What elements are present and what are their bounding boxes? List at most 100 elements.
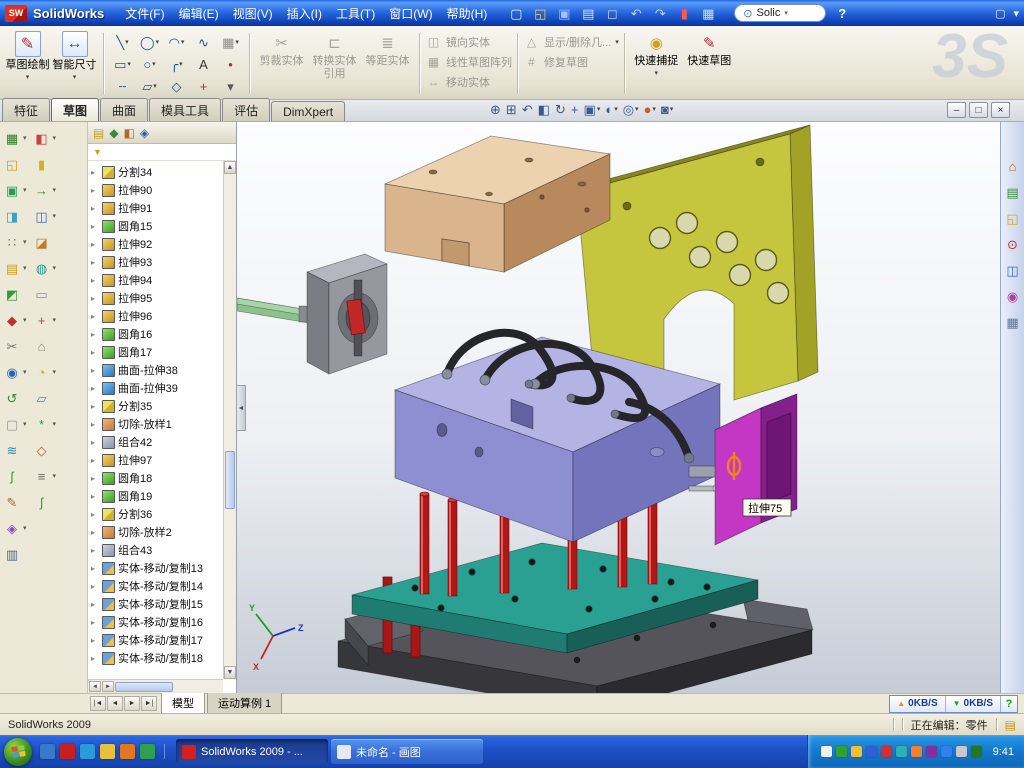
sketch-button[interactable]: ✎ 草图绘制 ▾: [4, 28, 51, 99]
task-pane-home-icon[interactable]: ⌂: [1009, 160, 1017, 173]
menu-item[interactable]: 编辑(E): [172, 1, 226, 26]
tree-horizontal-scrollbar[interactable]: ◄ ►: [88, 679, 223, 693]
feature-tree-item[interactable]: ▸ 实体-移动/复制13: [91, 559, 223, 577]
menu-item[interactable]: 视图(V): [226, 1, 280, 26]
previous-view-icon[interactable]: ↶: [522, 103, 533, 116]
left-toolbar-icon[interactable]: ↺: [3, 387, 27, 409]
convert-entities-button[interactable]: ⊏ 转换实体引用: [308, 28, 361, 99]
offset-entities-button[interactable]: ≣ 等距实体: [361, 28, 414, 99]
rapid-sketch-button[interactable]: ✎ 快速草图: [683, 28, 736, 99]
prev-tab-button[interactable]: ◄: [107, 696, 123, 711]
feature-tree-item[interactable]: ▸ 拉伸93: [91, 253, 223, 271]
model-top-plate[interactable]: [385, 136, 610, 272]
model-clamp-block[interactable]: [307, 254, 387, 374]
feature-tree-item[interactable]: ▸ 拉伸95: [91, 289, 223, 307]
left-toolbar-icon[interactable]: * ▾: [33, 413, 57, 435]
expand-arrow-icon[interactable]: ▸: [91, 654, 99, 663]
expand-arrow-icon[interactable]: ▸: [91, 204, 99, 213]
expand-arrow-icon[interactable]: ▸: [91, 330, 99, 339]
show-desktop-icon[interactable]: [40, 744, 55, 759]
taskbar-button-solidworks[interactable]: SolidWorks 2009 - ...: [176, 739, 328, 764]
tray-icon-7[interactable]: [911, 746, 922, 757]
feature-tree-item[interactable]: ▸ 拉伸92: [91, 235, 223, 253]
left-toolbar-icon[interactable]: ∷ ▾: [3, 231, 27, 253]
left-toolbar-icon[interactable]: ▢ ▾: [3, 413, 27, 435]
file-explorer-icon[interactable]: ◱: [1006, 212, 1018, 225]
left-toolbar-icon[interactable]: ▭: [33, 283, 57, 305]
expand-arrow-icon[interactable]: ▸: [91, 438, 99, 447]
expand-arrow-icon[interactable]: ▸: [91, 366, 99, 375]
smart-dimension-button[interactable]: ↔ 智能尺寸 ▾: [51, 28, 98, 99]
restore-window-button[interactable]: □: [969, 102, 988, 118]
feature-tree-item[interactable]: ▸ 实体-移动/复制15: [91, 595, 223, 613]
last-tab-button[interactable]: ►|: [141, 696, 157, 711]
model-magenta-insert[interactable]: [715, 394, 797, 545]
internet-explorer-icon[interactable]: [80, 744, 95, 759]
feature-tree-item[interactable]: ▸ 圆角15: [91, 217, 223, 235]
left-toolbar-icon[interactable]: ◔ ▾: [33, 361, 57, 383]
expand-arrow-icon[interactable]: ▸: [91, 564, 99, 573]
arc-tool-icon[interactable]: ◠ ▾: [163, 31, 190, 53]
new-document-icon[interactable]: ▢: [506, 4, 526, 22]
propertymanager-tab-icon[interactable]: ◆: [109, 127, 118, 139]
expand-arrow-icon[interactable]: ▸: [91, 510, 99, 519]
feature-tree-item[interactable]: ▸ 圆角19: [91, 487, 223, 505]
apply-scene-icon[interactable]: ◙ ▾: [661, 103, 673, 116]
scroll-right-button[interactable]: ►: [102, 681, 114, 692]
featuremanager-filter[interactable]: ▼: [88, 144, 236, 161]
feature-tree-item[interactable]: ▸ 实体-移动/复制17: [91, 631, 223, 649]
feature-tree-item[interactable]: ▸ 拉伸96: [91, 307, 223, 325]
left-toolbar-icon[interactable]: ✎: [3, 491, 27, 513]
appearances-icon[interactable]: ◉: [1007, 290, 1018, 303]
feature-tree-item[interactable]: ▸ 组合43: [91, 541, 223, 559]
taskbar-button-paint[interactable]: 未命名 - 画图: [331, 739, 483, 764]
left-toolbar-icon[interactable]: ▦ ▾: [3, 127, 27, 149]
save-icon[interactable]: ▣: [554, 4, 574, 22]
menu-item[interactable]: 帮助(H): [440, 1, 495, 26]
slot-tool-icon[interactable]: ▱ ▾: [136, 75, 163, 97]
fullscreen-icon[interactable]: ▢: [995, 7, 1005, 20]
expand-arrow-icon[interactable]: ▸: [91, 420, 99, 429]
left-toolbar-icon[interactable]: ◇: [33, 439, 57, 461]
tray-icon-9[interactable]: [941, 746, 952, 757]
start-button[interactable]: [4, 738, 32, 766]
left-toolbar-icon[interactable]: ▥: [3, 543, 27, 565]
repair-sketch-button[interactable]: # 修复草图: [523, 54, 619, 70]
featuremanager-tab-icon[interactable]: ▤: [93, 127, 104, 139]
move-entities-button[interactable]: ↔ 移动实体: [425, 74, 512, 90]
left-toolbar-icon[interactable]: ⌂: [33, 335, 57, 357]
circle-tool-icon[interactable]: ◯ ▾: [136, 31, 163, 53]
solidworks-launcher-icon[interactable]: [60, 744, 75, 759]
commandmanager-tab[interactable]: 草图: [51, 98, 99, 121]
design-library-icon[interactable]: ▤: [1006, 186, 1018, 199]
feature-tree-item[interactable]: ▸ 圆角16: [91, 325, 223, 343]
construction-geometry-icon[interactable]: +: [190, 75, 217, 97]
expand-arrow-icon[interactable]: ▸: [91, 582, 99, 591]
left-toolbar-icon[interactable]: ◫ ▾: [33, 205, 57, 227]
expand-arrow-icon[interactable]: ▸: [91, 402, 99, 411]
more-sketch-tools-icon[interactable]: ▾: [217, 75, 244, 97]
feature-tree-item[interactable]: ▸ 拉伸94: [91, 271, 223, 289]
rectangle-tool-icon[interactable]: ▭ ▾: [109, 53, 136, 75]
scroll-down-button[interactable]: ▼: [224, 666, 236, 679]
quick-snaps-button[interactable]: ◉ 快速捕捉 ▾: [630, 28, 683, 99]
feature-tree-item[interactable]: ▸ 实体-移动/复制16: [91, 613, 223, 631]
scroll-up-button[interactable]: ▲: [224, 161, 236, 174]
expand-arrow-icon[interactable]: ▸: [91, 222, 99, 231]
feature-tree-item[interactable]: ▸ 圆角18: [91, 469, 223, 487]
expand-arrow-icon[interactable]: ▸: [91, 312, 99, 321]
left-toolbar-icon[interactable]: ʃ: [33, 491, 57, 513]
commandmanager-tab[interactable]: 曲面: [100, 98, 148, 121]
expand-arrow-icon[interactable]: ▸: [91, 618, 99, 627]
search-pane-icon[interactable]: ⊙: [1007, 238, 1018, 251]
tray-icon-1[interactable]: [821, 746, 832, 757]
expand-arrow-icon[interactable]: ▸: [91, 636, 99, 645]
centerline-tool-icon[interactable]: ╌: [109, 75, 136, 97]
feature-tree-item[interactable]: ▸ 切除-放样2: [91, 523, 223, 541]
minimize-window-button[interactable]: –: [947, 102, 966, 118]
left-toolbar-icon[interactable]: ◍ ▾: [33, 257, 57, 279]
left-toolbar-icon[interactable]: ◈ ▾: [3, 517, 27, 539]
zoom-fit-icon[interactable]: ⊕: [490, 103, 501, 116]
left-toolbar-icon[interactable]: ◪: [33, 231, 57, 253]
annotation-icon[interactable]: ▤: [1005, 718, 1016, 732]
